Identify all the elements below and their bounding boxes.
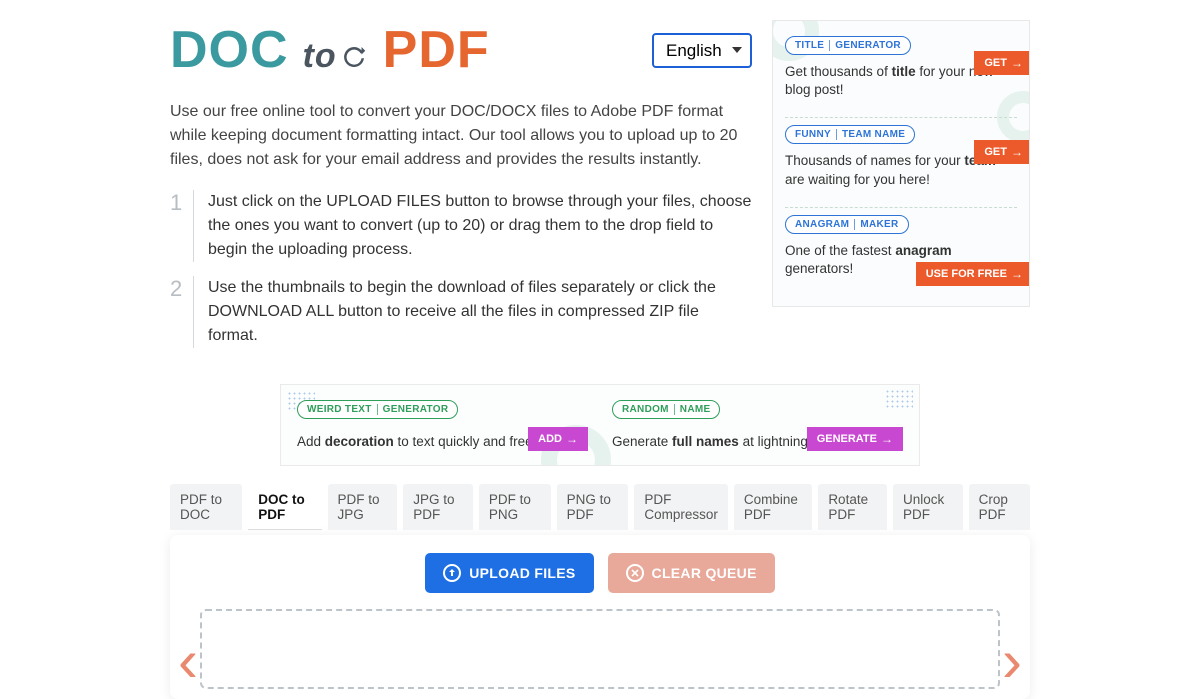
upload-icon [443, 564, 461, 582]
logo-to: to [303, 37, 369, 76]
ad-cta-button[interactable]: ADD [528, 427, 588, 451]
tab-png-to-pdf[interactable]: PNG to PDF [557, 484, 629, 530]
tab-pdf-compressor[interactable]: PDF Compressor [634, 484, 728, 530]
tab-pdf-to-doc[interactable]: PDF to DOC [170, 484, 242, 530]
language-select[interactable]: English [652, 33, 752, 68]
arrow-right-icon [566, 432, 578, 446]
step-2: 2 Use the thumbnails to begin the downlo… [170, 276, 752, 348]
ad-cta-button[interactable]: GET [974, 51, 1030, 75]
ad-anagram-maker[interactable]: ANAGRAMMAKER One of the fastest anagram … [785, 207, 1017, 288]
tab-rotate-pdf[interactable]: Rotate PDF [818, 484, 887, 530]
ad-cta-button[interactable]: USE FOR FREE [916, 262, 1030, 286]
chevron-right-icon[interactable]: › [1002, 646, 1022, 676]
tab-crop-pdf[interactable]: Crop PDF [969, 484, 1030, 530]
file-dropzone[interactable]: ‹ › [200, 609, 1000, 689]
step-text: Just click on the UPLOAD FILES button to… [208, 190, 752, 262]
tab-combine-pdf[interactable]: Combine PDF [734, 484, 812, 530]
refresh-icon [339, 42, 369, 72]
tab-jpg-to-pdf[interactable]: JPG to PDF [403, 484, 473, 530]
ad-pill: FUNNYTEAM NAME [785, 125, 915, 144]
ad-pill: ANAGRAMMAKER [785, 215, 909, 234]
step-number: 1 [170, 190, 194, 262]
ad-weird-text[interactable]: WEIRD TEXTGENERATOR Add decoration to te… [297, 399, 588, 451]
close-icon [626, 564, 644, 582]
language-select-wrap: English [652, 33, 752, 68]
arrow-right-icon [1011, 145, 1023, 159]
arrow-right-icon [1011, 267, 1023, 281]
intro-text: Use our free online tool to convert your… [170, 100, 752, 172]
logo-pdf: PDF [383, 20, 490, 80]
sidebar-ads: TITLEGENERATOR Get thousands of title fo… [772, 20, 1030, 307]
tool-panel: UPLOAD FILES CLEAR QUEUE ‹ › [170, 535, 1030, 699]
ad-funny-team-name[interactable]: FUNNYTEAM NAME Thousands of names for yo… [785, 117, 1017, 198]
ad-pill: RANDOMNAME [612, 400, 720, 419]
logo-doc: DOC [170, 20, 289, 80]
instruction-steps: 1 Just click on the UPLOAD FILES button … [170, 190, 752, 348]
ad-pill: WEIRD TEXTGENERATOR [297, 400, 458, 419]
step-1: 1 Just click on the UPLOAD FILES button … [170, 190, 752, 262]
step-text: Use the thumbnails to begin the download… [208, 276, 752, 348]
clear-queue-button[interactable]: CLEAR QUEUE [608, 553, 775, 593]
tab-unlock-pdf[interactable]: Unlock PDF [893, 484, 963, 530]
arrow-right-icon [881, 432, 893, 446]
site-logo: DOC to PDF [170, 20, 490, 80]
mid-banner-ads: WEIRD TEXTGENERATOR Add decoration to te… [280, 384, 920, 466]
chevron-left-icon[interactable]: ‹ [178, 646, 198, 676]
tab-pdf-to-jpg[interactable]: PDF to JPG [328, 484, 398, 530]
tab-doc-to-pdf[interactable]: DOC to PDF [248, 484, 321, 530]
tab-pdf-to-png[interactable]: PDF to PNG [479, 484, 551, 530]
ad-cta-button[interactable]: GENERATE [807, 427, 903, 451]
tool-tabs: PDF to DOCDOC to PDFPDF to JPGJPG to PDF… [170, 484, 1030, 531]
ad-pill: TITLEGENERATOR [785, 36, 911, 55]
upload-files-button[interactable]: UPLOAD FILES [425, 553, 593, 593]
ad-title-generator[interactable]: TITLEGENERATOR Get thousands of title fo… [785, 29, 1017, 109]
ad-random-name[interactable]: RANDOMNAME Generate full names at lightn… [612, 399, 903, 451]
ad-cta-button[interactable]: GET [974, 140, 1030, 164]
step-number: 2 [170, 276, 194, 348]
arrow-right-icon [1011, 56, 1023, 70]
